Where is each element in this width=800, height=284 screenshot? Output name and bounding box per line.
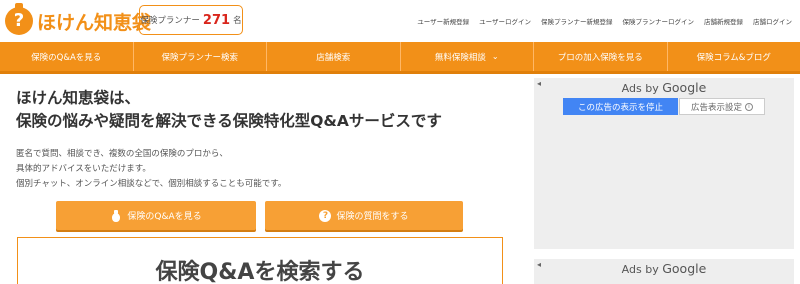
nav-item-label: 保険コラム&ブログ bbox=[696, 52, 771, 63]
planner-counter-number: 271 bbox=[202, 12, 231, 28]
header-links: ユーザー新規登録 ユーザーログイン 保険プランナー新規登録 保険プランナーログイ… bbox=[417, 16, 792, 26]
desc-line-2: 具体的アドバイスをいただけます。 bbox=[16, 164, 151, 174]
stop-ad-label: この広告の表示を停止 bbox=[577, 102, 663, 113]
store-register-link[interactable]: 店舗新規登録 bbox=[704, 16, 743, 26]
ad-slot-1: ◂ Ads by Google この広告の表示を停止 広告表示設定 i bbox=[534, 78, 794, 249]
ad-slot-2: ◂ Ads by Google bbox=[534, 259, 794, 284]
info-icon: i bbox=[745, 102, 753, 111]
nav-item-label: 保険プランナー検索 bbox=[161, 52, 238, 63]
nav-item-column-blog[interactable]: 保険コラム&ブログ bbox=[668, 42, 800, 71]
qa-search-title: 保険Q&Aを検索する bbox=[155, 260, 365, 284]
main-content: ほけん知恵袋は、 保険の悩みや疑問を解決できる保険特化型Q&Aサービスです 匿名… bbox=[0, 77, 523, 284]
planner-register-link[interactable]: 保険プランナー新規登録 bbox=[541, 16, 613, 26]
user-login-link[interactable]: ユーザーログイン bbox=[479, 16, 531, 26]
desc-line-1: 匿名で質問、相談でき、複数の全国の保険のプロから、 bbox=[16, 149, 228, 159]
ask-question-button[interactable]: ? 保険の質問をする bbox=[265, 201, 463, 230]
qa-search-panel: 保険Q&Aを検索する bbox=[17, 237, 503, 284]
view-qa-button[interactable]: 保険のQ&Aを見る bbox=[56, 201, 256, 230]
intro-description: 匿名で質問、相談でき、複数の全国の保険のプロから、 具体的アドバイスをいただけま… bbox=[16, 147, 286, 192]
logo-icon bbox=[5, 3, 33, 35]
ads-by-google: Ads by Google bbox=[534, 80, 794, 95]
ads-by-google: Ads by Google bbox=[534, 261, 794, 276]
headline-line-1: ほけん知恵袋は、 bbox=[16, 89, 141, 107]
ads-by-label: Ads by bbox=[621, 82, 659, 95]
planner-counter-unit: 名 bbox=[233, 16, 242, 26]
desc-line-3: 個別チャット、オンライン相談などで、個別相談することも可能です。 bbox=[16, 179, 287, 189]
nav-item-label: 保険のQ&Aを見る bbox=[31, 52, 102, 63]
view-qa-label: 保険のQ&Aを見る bbox=[127, 212, 202, 222]
money-bag-icon bbox=[110, 209, 122, 222]
nav-item-pro-insurance[interactable]: プロの加入保険を見る bbox=[534, 42, 668, 71]
page-headline: ほけん知恵袋は、 保険の悩みや疑問を解決できる保険特化型Q&Aサービスです bbox=[16, 87, 442, 133]
user-register-link[interactable]: ユーザー新規登録 bbox=[417, 16, 469, 26]
headline-line-2: 保険の悩みや疑問を解決できる保険特化型Q&Aサービスです bbox=[16, 112, 442, 130]
nav-item-label: プロの加入保険を見る bbox=[557, 52, 643, 63]
google-label: Google bbox=[662, 80, 707, 95]
ask-question-label: 保険の質問をする bbox=[336, 212, 409, 222]
nav-item-store-search[interactable]: 店舗検索 bbox=[267, 42, 401, 71]
nav-item-qa[interactable]: 保険のQ&Aを見る bbox=[0, 42, 134, 71]
ads-by-label: Ads by bbox=[621, 263, 659, 276]
planner-login-link[interactable]: 保険プランナーログイン bbox=[623, 16, 695, 26]
main-nav: 保険のQ&Aを見る 保険プランナー検索 店舗検索 無料保険相談 ⌄ プロの加入保険… bbox=[0, 42, 800, 74]
ad-settings-button[interactable]: 広告表示設定 i bbox=[679, 98, 765, 115]
google-label: Google bbox=[662, 261, 707, 276]
site-logo[interactable]: ほけん知恵袋 bbox=[5, 3, 152, 37]
nav-item-label: 無料保険相談 bbox=[434, 52, 486, 63]
planner-counter: 保険プランナー 271 名 bbox=[139, 5, 243, 35]
nav-item-free-consult[interactable]: 無料保険相談 ⌄ bbox=[401, 42, 534, 71]
nav-item-planner-search[interactable]: 保険プランナー検索 bbox=[134, 42, 267, 71]
stop-ad-button[interactable]: この広告の表示を停止 bbox=[563, 98, 678, 115]
question-icon: ? bbox=[319, 209, 332, 222]
planner-counter-label: 保険プランナー bbox=[140, 16, 200, 26]
logo-text: ほけん知恵袋 bbox=[37, 11, 152, 34]
chevron-down-icon: ⌄ bbox=[491, 52, 499, 61]
store-login-link[interactable]: 店舗ログイン bbox=[753, 16, 792, 26]
ad-settings-label: 広告表示設定 bbox=[690, 102, 742, 113]
nav-item-label: 店舗検索 bbox=[316, 52, 351, 63]
site-header: ほけん知恵袋 保険プランナー 271 名 ユーザー新規登録 ユーザーログイン 保… bbox=[0, 0, 800, 42]
